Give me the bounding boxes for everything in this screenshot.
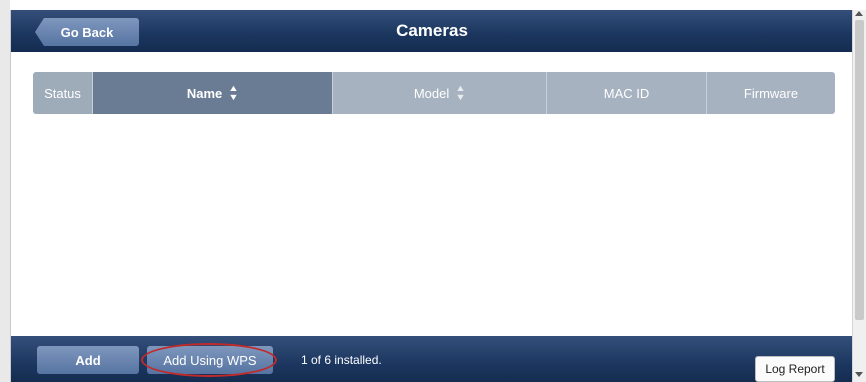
add-using-wps-button[interactable]: Add Using WPS bbox=[147, 346, 273, 374]
vertical-scrollbar[interactable] bbox=[852, 10, 866, 382]
go-back-button[interactable]: Go Back bbox=[35, 18, 139, 46]
sort-icon: ▲ ▼ bbox=[228, 83, 240, 102]
install-status: 1 of 6 installed. bbox=[301, 353, 382, 367]
column-header-status[interactable]: Status bbox=[33, 72, 93, 114]
scroll-up-arrow-icon[interactable] bbox=[855, 11, 863, 16]
add-button[interactable]: Add bbox=[37, 346, 139, 374]
window-frame-left bbox=[0, 0, 10, 382]
column-header-name[interactable]: Name ▲ ▼ bbox=[93, 72, 333, 114]
header-bar: Cameras Go Back bbox=[11, 10, 853, 52]
scroll-down-arrow-icon[interactable] bbox=[855, 372, 863, 377]
footer-bar: Add Add Using WPS 1 of 6 installed. Log … bbox=[11, 336, 853, 382]
column-label-model: Model bbox=[413, 85, 450, 101]
column-label-mac-id: MAC ID bbox=[603, 85, 650, 101]
camera-table-header: Status Name ▲ ▼ Model ▲ ▼ MAC ID Firmware bbox=[33, 72, 835, 114]
column-header-firmware[interactable]: Firmware bbox=[707, 72, 835, 114]
column-label-status: Status bbox=[44, 85, 81, 101]
column-header-mac-id[interactable]: MAC ID bbox=[547, 72, 707, 114]
scroll-thumb[interactable] bbox=[855, 20, 864, 320]
sort-icon: ▲ ▼ bbox=[455, 83, 467, 102]
cameras-panel: Cameras Go Back Status Name ▲ ▼ Model ▲ ▼ … bbox=[10, 10, 853, 382]
column-label-name: Name bbox=[186, 85, 223, 101]
column-label-firmware: Firmware bbox=[743, 85, 799, 101]
column-header-model[interactable]: Model ▲ ▼ bbox=[333, 72, 547, 114]
log-report-button[interactable]: Log Report bbox=[755, 356, 835, 382]
